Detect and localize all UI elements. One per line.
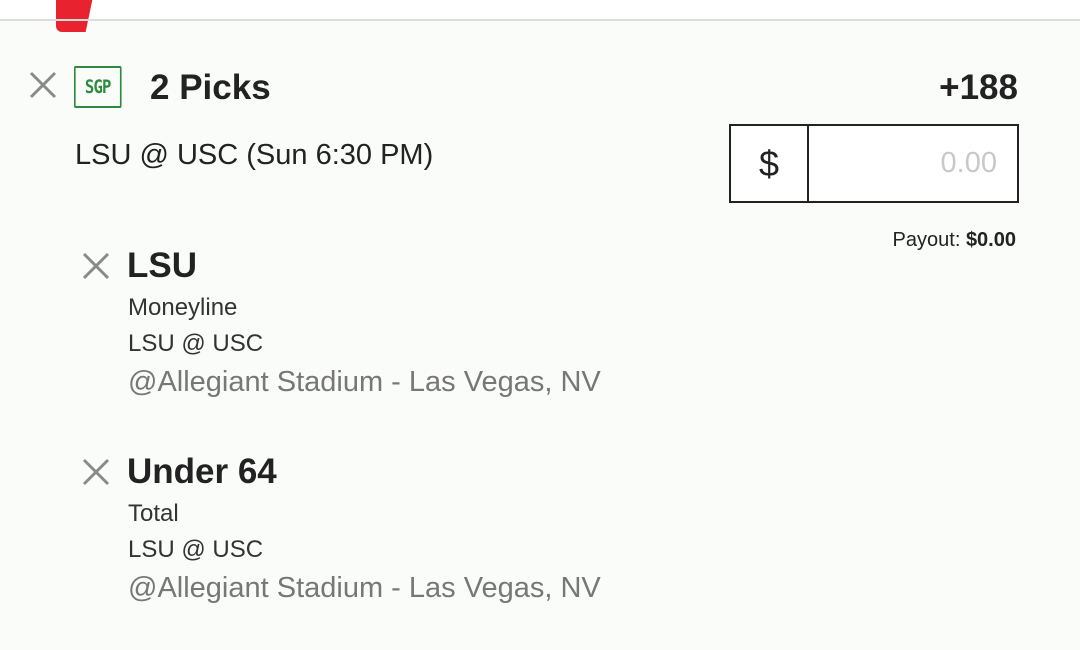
leg-venue: @Allegiant Stadium - Las Vegas, NV: [128, 366, 601, 398]
leg-market: Moneyline: [128, 294, 238, 321]
remove-parlay-close-icon[interactable]: [28, 70, 58, 100]
leg-market: Total: [128, 500, 179, 527]
top-divider: [0, 19, 1080, 21]
game-line: LSU @ USC (Sun 6:30 PM): [75, 139, 434, 171]
sgp-badge: SGP: [74, 66, 122, 108]
parlay-odds: +188: [939, 68, 1018, 107]
payout-display: Payout: $0.00: [893, 229, 1016, 252]
top-strip: [0, 0, 1080, 19]
payout-label: Payout:: [892, 229, 961, 251]
wager-amount-input[interactable]: [809, 126, 1017, 201]
remove-leg-close-icon[interactable]: [81, 457, 111, 487]
payout-value: $0.00: [965, 229, 1016, 251]
leg-venue: @Allegiant Stadium - Las Vegas, NV: [128, 572, 601, 604]
wager-input-group[interactable]: $: [729, 124, 1019, 203]
leg-game: LSU @ USC: [128, 330, 264, 357]
leg-selection: LSU: [127, 246, 197, 285]
leg-game: LSU @ USC: [128, 536, 264, 563]
parlay-title: 2 Picks: [150, 68, 271, 107]
remove-leg-close-icon[interactable]: [81, 251, 111, 281]
leg-selection: Under 64: [127, 452, 277, 491]
brand-accent-mark: [56, 0, 94, 32]
currency-symbol: $: [731, 126, 809, 201]
